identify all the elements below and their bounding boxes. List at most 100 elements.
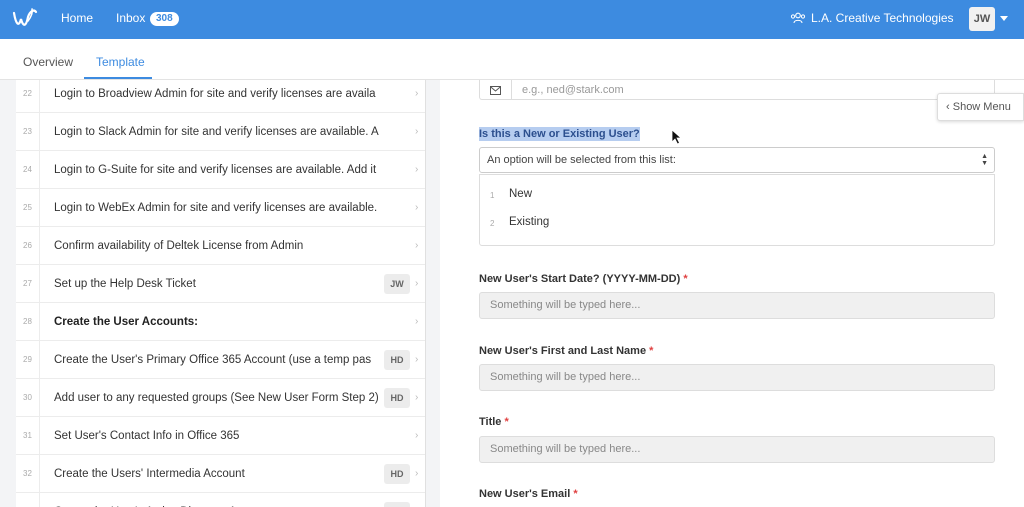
caret-down-icon[interactable] [1000, 16, 1008, 21]
new-email-label-text: New User's Email [479, 488, 571, 500]
organization-name: L.A. Creative Technologies [811, 11, 954, 25]
show-menu-label: Show Menu [952, 101, 1011, 113]
task-number: 24 [16, 151, 40, 188]
title-input[interactable]: Something will be typed here... [479, 436, 995, 463]
option-label: New [509, 188, 533, 200]
task-title: Confirm availability of Deltek License f… [54, 239, 304, 252]
top-navbar: Home Inbox 308 L.A. Creative Technologie… [0, 0, 1024, 39]
full-name-input[interactable]: Something will be typed here... [479, 364, 995, 391]
email-input[interactable]: e.g., ned@stark.com [479, 80, 995, 100]
chevron-right-icon: › [415, 88, 419, 99]
select-arrows-icon: ▲ ▼ [981, 153, 988, 167]
assignee-badge[interactable]: HD [384, 388, 410, 408]
task-title: Set User's Contact Info in Office 365 [54, 429, 240, 442]
task-list: 22 Login to Broadview Admin for site and… [16, 80, 426, 507]
task-row[interactable]: 31 Set User's Contact Info in Office 365… [16, 417, 425, 455]
task-number: 23 [16, 113, 40, 150]
chevron-right-icon: › [415, 354, 419, 365]
task-title: Create the User's Primary Office 365 Acc… [54, 353, 372, 366]
task-row[interactable]: 33 Create the User's Active Directory Ac… [16, 493, 425, 507]
option-number: 2 [490, 219, 495, 228]
chevron-right-icon: › [415, 493, 418, 507]
required-mark: * [573, 488, 578, 500]
tab-template[interactable]: Template [96, 55, 145, 69]
chevron-right-icon: › [415, 430, 419, 441]
active-tab-indicator [84, 77, 152, 79]
task-row[interactable]: 24 Login to G-Suite for site and verify … [16, 151, 425, 189]
task-number: 25 [16, 189, 40, 226]
title-label-text: Title [479, 416, 502, 428]
task-number: 30 [16, 379, 40, 416]
assignee-badge[interactable]: HD [384, 502, 410, 507]
start-date-label-text: New User's Start Date? (YYYY-MM-DD) [479, 273, 681, 285]
user-type-select[interactable]: An option will be selected from this lis… [479, 147, 995, 173]
email-placeholder: e.g., ned@stark.com [522, 84, 624, 96]
task-title: Login to WebEx Admin for site and verify… [54, 201, 378, 214]
required-mark: * [683, 273, 688, 285]
task-form-panel: e.g., ned@stark.com Is this a New or Exi… [440, 80, 1024, 507]
chevron-right-icon: › [415, 240, 419, 251]
task-title: Login to Slack Admin for site and verify… [54, 125, 379, 138]
start-date-label: New User's Start Date? (YYYY-MM-DD) * [479, 273, 688, 285]
question-label: Is this a New or Existing User? [479, 127, 640, 141]
task-number: 29 [16, 341, 40, 378]
task-title: Login to Broadview Admin for site and ve… [54, 87, 376, 100]
chevron-right-icon: › [415, 316, 419, 327]
assignee-badge[interactable]: HD [384, 350, 410, 370]
inbox-count-badge: 308 [150, 12, 179, 26]
full-name-label: New User's First and Last Name * [479, 345, 653, 357]
nav-inbox-link[interactable]: Inbox [116, 11, 145, 25]
task-row[interactable]: 23 Login to Slack Admin for site and ver… [16, 113, 425, 151]
tab-bar: Overview Template [0, 39, 1024, 80]
option-label: Existing [509, 216, 550, 228]
task-number: 33 [16, 493, 40, 507]
task-row[interactable]: 27 Set up the Help Desk Ticket JW › [16, 265, 425, 303]
task-row[interactable]: 30 Add user to any requested groups (See… [16, 379, 425, 417]
task-number: 26 [16, 227, 40, 264]
nav-home-link[interactable]: Home [61, 11, 93, 25]
required-mark: * [504, 416, 509, 428]
new-email-label: New User's Email * [479, 488, 578, 500]
user-avatar[interactable]: JW [969, 7, 995, 31]
option-item[interactable]: 2 Existing [480, 211, 994, 235]
task-title: Login to G-Suite for site and verify lic… [54, 163, 377, 176]
task-row[interactable]: 22 Login to Broadview Admin for site and… [16, 80, 425, 113]
chevron-right-icon: › [415, 392, 419, 403]
chevron-right-icon: › [415, 126, 419, 137]
options-list: 1 New 2 Existing [479, 174, 995, 246]
tab-overview[interactable]: Overview [23, 55, 73, 69]
chevron-right-icon: › [415, 278, 419, 289]
organization-switcher[interactable]: L.A. Creative Technologies [790, 11, 954, 25]
select-placeholder: An option will be selected from this lis… [487, 154, 676, 166]
option-number: 1 [490, 191, 495, 200]
task-title: Create the Users' Intermedia Account [54, 467, 245, 480]
task-title: Create the User's Active Directory Accou… [54, 493, 380, 507]
option-item[interactable]: 1 New [480, 183, 994, 207]
selected-text: Is this a New or Existing User? [479, 127, 640, 141]
task-number: 31 [16, 417, 40, 454]
task-row[interactable]: 25 Login to WebEx Admin for site and ver… [16, 189, 425, 227]
script-w-logo-icon[interactable] [10, 5, 40, 33]
assignee-badge[interactable]: HD [384, 464, 410, 484]
task-number: 22 [16, 80, 40, 112]
task-number: 28 [16, 303, 40, 340]
task-title: Add user to any requested groups (See Ne… [54, 391, 379, 404]
show-menu-button[interactable]: ‹ Show Menu [937, 93, 1024, 121]
users-group-icon [790, 12, 806, 24]
required-mark: * [649, 345, 654, 357]
task-title: Set up the Help Desk Ticket [54, 277, 196, 290]
envelope-icon [480, 80, 512, 100]
start-date-input[interactable]: Something will be typed here... [479, 292, 995, 319]
task-row[interactable]: 29 Create the User's Primary Office 365 … [16, 341, 425, 379]
task-section-heading: Create the User Accounts: [54, 315, 199, 328]
chevron-left-icon: ‹ [946, 101, 950, 113]
title-label: Title * [479, 416, 509, 428]
task-row[interactable]: 26 Confirm availability of Deltek Licens… [16, 227, 425, 265]
task-row[interactable]: 32 Create the Users' Intermedia Account … [16, 455, 425, 493]
task-row[interactable]: 28 Create the User Accounts: › [16, 303, 425, 341]
task-number: 27 [16, 265, 40, 302]
task-number: 32 [16, 455, 40, 492]
assignee-badge[interactable]: JW [384, 274, 410, 294]
chevron-right-icon: › [415, 202, 419, 213]
chevron-right-icon: › [415, 164, 419, 175]
